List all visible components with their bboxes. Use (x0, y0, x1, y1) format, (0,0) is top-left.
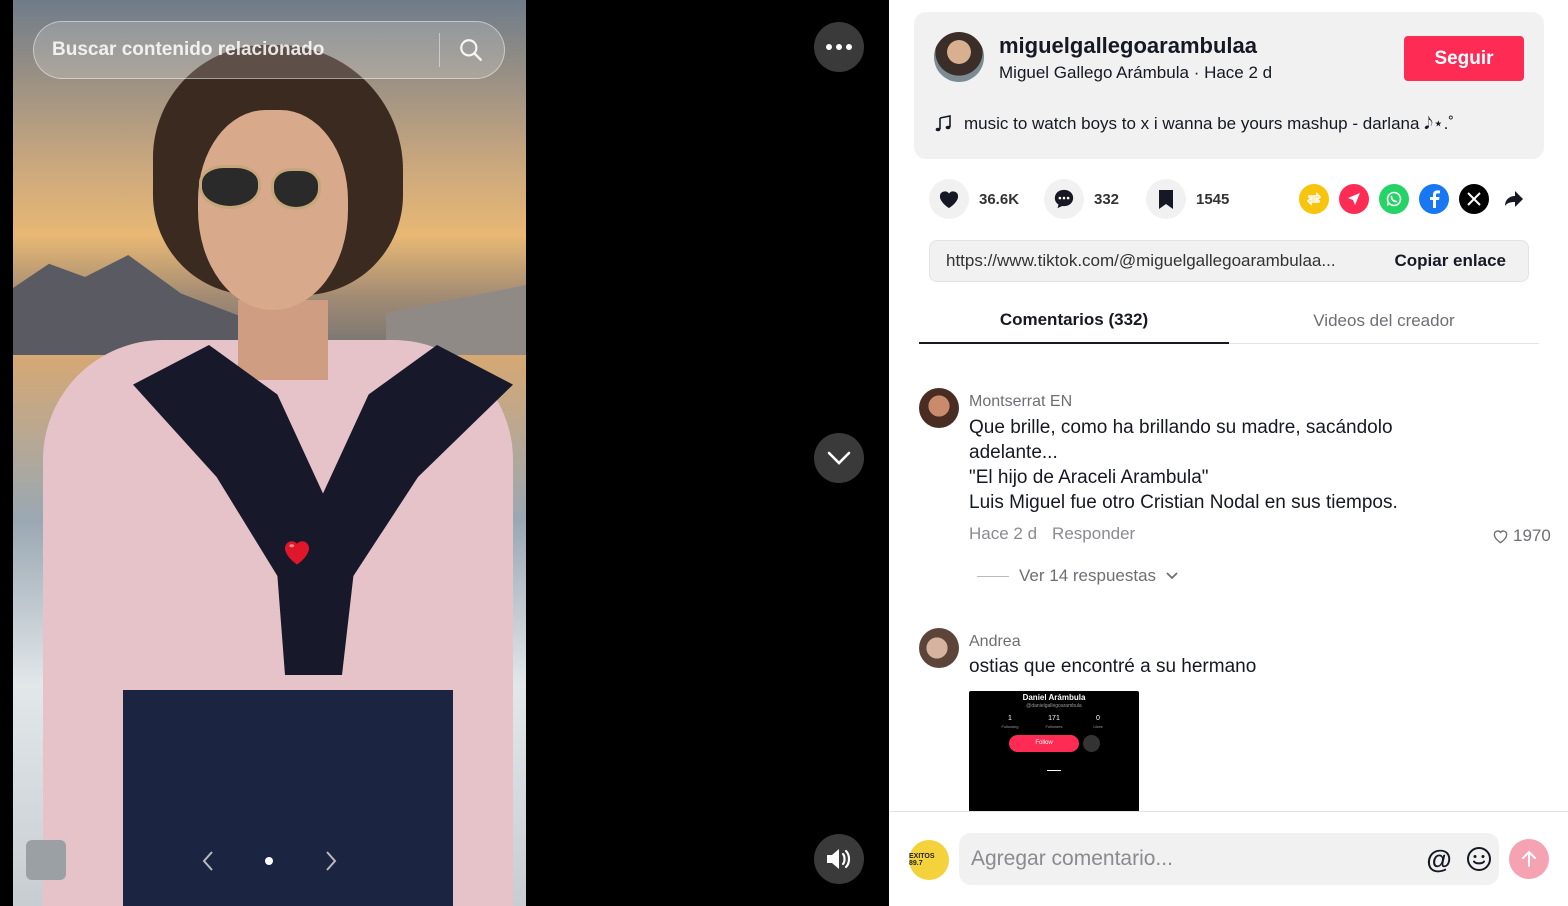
prev-photo-icon[interactable] (197, 850, 219, 872)
emoji-icon[interactable] (1459, 846, 1499, 872)
mention-icon[interactable]: @ (1419, 844, 1459, 875)
view-replies-label: Ver 14 respuestas (1019, 566, 1157, 585)
music-link[interactable]: music to watch boys to x i wanna be your… (934, 114, 1454, 134)
x-icon[interactable] (1459, 184, 1489, 214)
search-placeholder: Buscar contenido relacionado (52, 39, 325, 60)
comment-author[interactable]: Andrea (969, 633, 1021, 651)
comment-author[interactable]: Montserrat EN (969, 393, 1072, 411)
comment-placeholder: Agregar comentario... (971, 847, 1173, 870)
tab-creator-videos[interactable]: Videos del creador (1229, 298, 1539, 344)
post-comment-button[interactable] (1509, 839, 1549, 879)
music-title: music to watch boys to x i wanna be your… (964, 114, 1455, 133)
share-more-icon[interactable] (1499, 184, 1529, 214)
save-button[interactable]: 1545 (1146, 179, 1229, 219)
next-photo-icon[interactable] (320, 850, 342, 872)
share-url[interactable]: https://www.tiktok.com/@miguelgallegoara… (946, 251, 1371, 271)
reply-button[interactable]: Responder (1052, 524, 1135, 544)
more-icon (826, 44, 852, 50)
heart-icon (929, 179, 969, 219)
comment-composer: EXITOS 89.7 Agregar comentario... @ (889, 811, 1568, 906)
bookmark-icon (1146, 179, 1186, 219)
details-panel: miguelgallegoarambulaa Miguel Gallego Ar… (889, 0, 1568, 906)
comment-text: Que brille, como ha brillando su madre, … (969, 417, 1398, 513)
post-age: Hace 2 d (1204, 63, 1273, 82)
comment-count: 332 (1094, 190, 1120, 208)
avatar[interactable] (919, 388, 959, 428)
save-count: 1545 (1196, 190, 1230, 208)
action-bar: 36.6K 332 1545 (929, 179, 1529, 221)
heart-emoji-icon (279, 533, 315, 569)
panel-tabs: Comentarios (332) Videos del creador (919, 298, 1539, 344)
related-search-input[interactable]: Buscar contenido relacionado (33, 21, 505, 79)
my-avatar[interactable]: EXITOS 89.7 (909, 840, 949, 880)
arrow-up-icon (1522, 850, 1536, 867)
video-photo[interactable] (13, 0, 526, 906)
app: Buscar contenido relacionado miguelgalle… (0, 0, 1568, 906)
carousel-dot[interactable] (265, 857, 273, 865)
chevron-down-icon (1166, 572, 1178, 580)
author-card: miguelgallegoarambulaa Miguel Gallego Ar… (914, 12, 1544, 159)
author-username[interactable]: miguelgallegoarambulaa (999, 33, 1257, 59)
comment-meta: Hace 2 d Responder (969, 524, 1135, 544)
tab-comments[interactable]: Comentarios (332) (919, 298, 1229, 344)
search-icon[interactable] (456, 35, 486, 65)
follow-button[interactable]: Seguir (1404, 36, 1524, 81)
comment-like-count: 1970 (1513, 526, 1551, 545)
video-stage: Buscar contenido relacionado (0, 0, 889, 906)
author-display-name: Miguel Gallego Arámbula (999, 63, 1189, 82)
repost-icon[interactable] (1299, 184, 1329, 214)
comment-text: ostias que encontré a su hermano (969, 656, 1257, 677)
comment-icon (1044, 179, 1084, 219)
comment-button[interactable]: 332 (1044, 179, 1119, 219)
copy-link-button[interactable]: Copiar enlace (1371, 251, 1529, 271)
comment-image[interactable]: Daniel Arámbula @danielgallegoarambula 1… (969, 691, 1139, 811)
like-button[interactable]: 36.6K (929, 179, 1019, 219)
volume-button[interactable] (814, 834, 864, 884)
like-count: 36.6K (979, 190, 1020, 208)
whatsapp-icon[interactable] (1379, 184, 1409, 214)
music-note-icon (935, 115, 951, 132)
avatar[interactable] (919, 628, 959, 668)
heart-outline-icon (1493, 529, 1508, 543)
comment-list: Montserrat EN Que brille, como ha brilla… (889, 345, 1568, 811)
share-link-box: https://www.tiktok.com/@miguelgallegoara… (929, 240, 1529, 282)
author-subline: Miguel Gallego Arámbula · Hace 2 d (999, 63, 1273, 82)
avatar[interactable] (934, 32, 984, 82)
next-video-button[interactable] (814, 433, 864, 483)
comment-like-button[interactable]: 1970 (1492, 526, 1551, 546)
view-replies-button[interactable]: Ver 14 respuestas (977, 566, 1178, 586)
chevron-down-icon (827, 451, 851, 465)
comment-time: Hace 2 d (969, 524, 1038, 543)
send-to-friends-icon[interactable] (1339, 184, 1369, 214)
comment-input[interactable]: Agregar comentario... @ (959, 833, 1499, 885)
volume-icon (827, 849, 851, 869)
more-options-button[interactable] (814, 22, 864, 72)
facebook-icon[interactable] (1419, 184, 1449, 214)
